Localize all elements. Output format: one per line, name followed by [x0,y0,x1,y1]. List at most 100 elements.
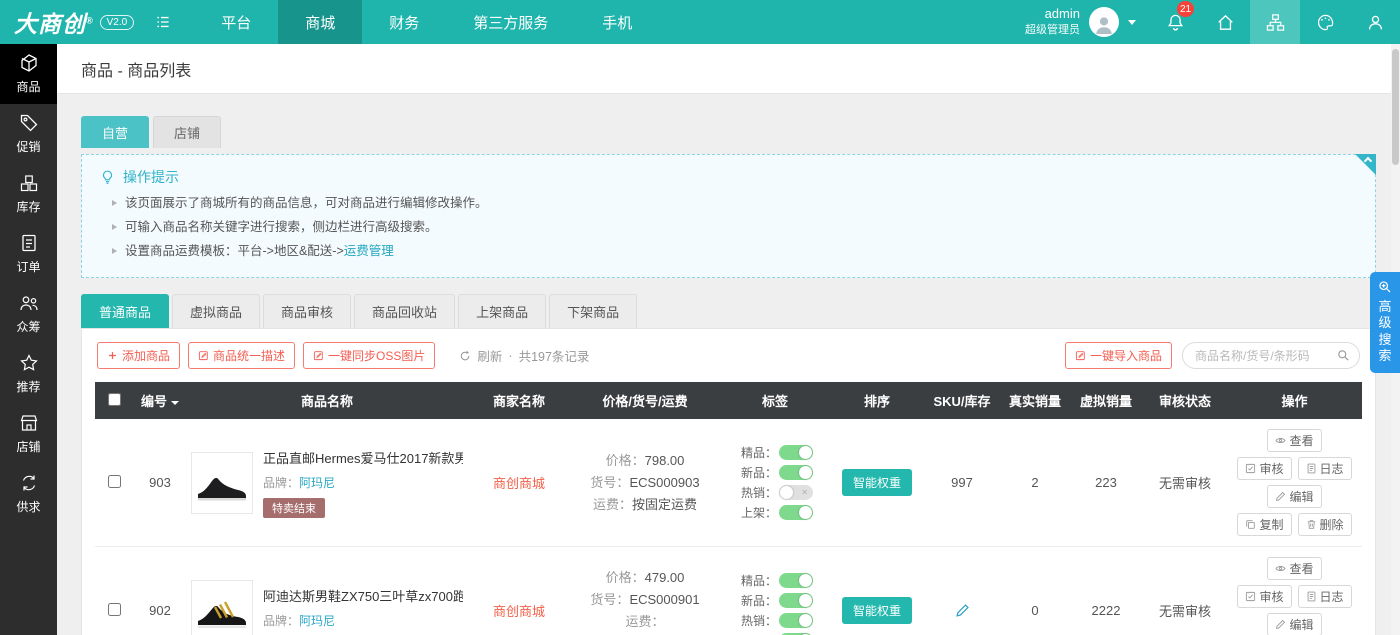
registered-mark: ® [86,15,94,25]
toggle-hot[interactable] [779,485,813,500]
nav-finance[interactable]: 财务 [362,0,446,44]
edit-button[interactable]: 编辑 [1267,485,1321,508]
toggle-on-sale[interactable] [779,505,813,520]
scrollbar-thumb[interactable] [1392,49,1399,165]
tab-virtual-goods[interactable]: 虚拟商品 [172,294,260,328]
tab-off-sale[interactable]: 下架商品 [549,294,637,328]
view-button[interactable]: 查看 [1267,429,1321,452]
sidebar-item-shop[interactable]: 店铺 [0,404,57,464]
tip-collapse-button[interactable] [1355,154,1376,175]
batch-description-button[interactable]: 商品统一描述 [188,342,295,369]
delete-button[interactable]: 删除 [1298,513,1352,536]
account-button[interactable] [1350,0,1400,44]
tags-cell: 精品： 新品： 热销： 上架： [719,547,831,635]
tab-normal-goods[interactable]: 普通商品 [81,294,169,328]
notifications-button[interactable]: 21 [1150,0,1200,44]
sync-oss-button[interactable]: 一键同步OSS图片 [303,342,435,369]
edit-stock-icon[interactable] [955,603,970,618]
toggle-hot[interactable] [779,613,813,628]
price-cell: 价格：479.00 货号：ECS000901 运费： 按运费模板(自定义) [571,547,719,635]
user-dropdown-caret[interactable] [1128,20,1136,25]
copy-button[interactable]: 复制 [1237,513,1291,536]
document-icon [1306,591,1317,602]
recommend-icon [19,353,39,373]
goods-name[interactable]: 正品直邮Hermes爱马仕2017新款男鞋 时... [263,448,463,467]
sidebar-item-orders[interactable]: 订单 [0,224,57,284]
sitemap-button[interactable] [1250,0,1300,44]
freight-management-link[interactable]: 运费管理 [344,244,394,258]
real-sales-cell: 2 [1001,419,1069,547]
tip-box: 操作提示 该页面展示了商城所有的商品信息，可对商品进行编辑修改操作。 可输入商品… [81,154,1376,278]
goods-image[interactable] [191,580,253,635]
edit-square-icon [1075,350,1086,361]
edit-button[interactable]: 编辑 [1267,613,1321,635]
audit-button[interactable]: 审核 [1237,585,1291,608]
import-goods-button[interactable]: 一键导入商品 [1065,342,1172,369]
bullet-icon [112,248,117,254]
goods-image[interactable] [191,452,253,514]
tip-title: 操作提示 [123,167,179,187]
audit-status: 无需审核 [1143,419,1227,547]
refresh-control[interactable]: 刷新 · 共197条记录 [459,346,589,365]
sidebar-item-supply[interactable]: 供求 [0,464,57,524]
stock-cell: 997 [923,419,1001,547]
pencil-icon [1275,491,1286,502]
table-row: 903 正品直邮Hermes爱马仕2017新款男鞋 时... 品牌：阿玛尼 特卖… [95,419,1362,547]
row-checkbox[interactable] [108,603,121,616]
toggle-new[interactable] [779,465,813,480]
header-audit: 审核状态 [1143,382,1227,419]
bulb-icon [100,170,115,185]
sidebar-item-promotion[interactable]: 促销 [0,104,57,164]
edit-square-icon [198,350,209,361]
tab-store[interactable]: 店铺 [153,116,221,148]
smart-weight-button[interactable]: 智能权重 [842,597,912,624]
merchant-link[interactable]: 商创商城 [493,476,545,491]
advanced-search-button[interactable]: 高级搜索 [1370,272,1400,373]
sidebar-item-stock[interactable]: 库存 [0,164,57,224]
header-id[interactable]: 编号 [133,382,187,419]
log-button[interactable]: 日志 [1298,585,1352,608]
tip-line: 该页面展示了商城所有的商品信息，可对商品进行编辑修改操作。 [100,191,1357,215]
supply-icon [19,473,39,493]
brand-link[interactable]: 阿玛尼 [299,614,335,628]
smart-weight-button[interactable]: 智能权重 [842,469,912,496]
add-goods-button[interactable]: 添加商品 [97,342,180,369]
goods-icon [19,53,39,73]
log-button[interactable]: 日志 [1298,457,1352,480]
nav-third-party[interactable]: 第三方服务 [446,0,575,44]
search-icon[interactable] [1337,349,1350,362]
select-all-checkbox[interactable] [108,393,121,406]
tab-self-operated[interactable]: 自营 [81,116,149,148]
brand-link[interactable]: 阿玛尼 [299,476,335,490]
sidebar-item-goods[interactable]: 商品 [0,44,57,104]
logo-text: 大商创® [14,5,94,39]
home-icon [1216,13,1235,32]
sidebar-item-recommend[interactable]: 推荐 [0,344,57,404]
nav-mobile[interactable]: 手机 [575,0,659,44]
avatar[interactable] [1089,7,1119,37]
row-checkbox[interactable] [108,475,121,488]
notification-badge: 21 [1177,1,1194,17]
search-input[interactable] [1182,342,1360,369]
menu-icon[interactable] [142,0,184,44]
audit-button[interactable]: 审核 [1237,457,1291,480]
check-square-icon [1245,591,1256,602]
goods-name[interactable]: 阿迪达斯男鞋ZX750三叶草zx700跑步鞋... [263,586,463,605]
toggle-best[interactable] [779,445,813,460]
view-button[interactable]: 查看 [1267,557,1321,580]
nav-mall[interactable]: 商城 [278,0,362,44]
theme-button[interactable] [1300,0,1350,44]
user-name: admin [1025,6,1080,23]
nav-platform[interactable]: 平台 [194,0,278,44]
advanced-search-label: 高级搜索 [1378,299,1391,364]
home-button[interactable] [1200,0,1250,44]
tab-on-sale[interactable]: 上架商品 [458,294,546,328]
tab-goods-audit[interactable]: 商品审核 [263,294,351,328]
palette-icon [1316,13,1335,32]
sidebar-item-crowdfund[interactable]: 众筹 [0,284,57,344]
tags-cell: 精品： 新品： 热销： 上架： [719,419,831,547]
toggle-new[interactable] [779,593,813,608]
tab-recycle-bin[interactable]: 商品回收站 [354,294,455,328]
merchant-link[interactable]: 商创商城 [493,604,545,619]
toggle-best[interactable] [779,573,813,588]
